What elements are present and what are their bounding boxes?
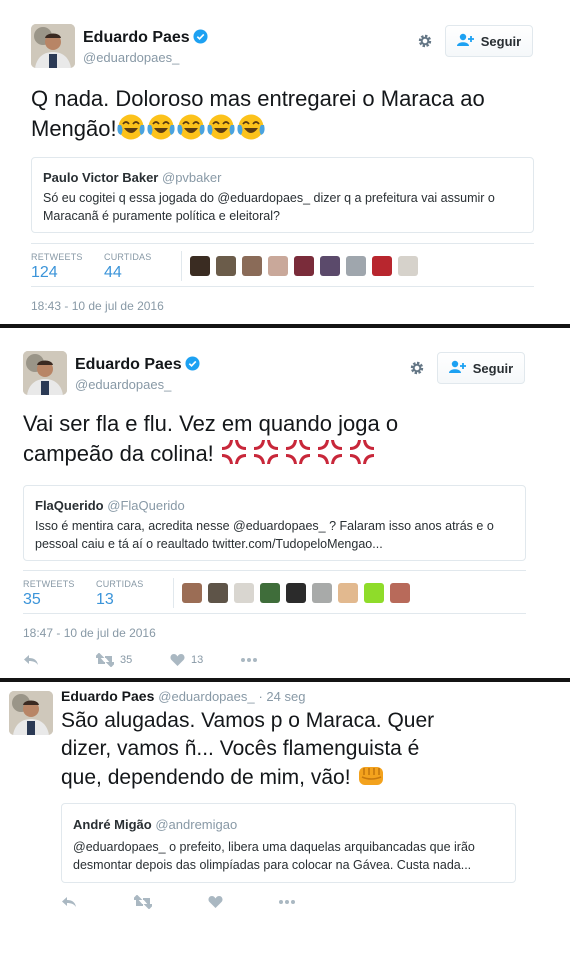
likes-count[interactable]: 13	[96, 591, 114, 609]
retweets-count[interactable]: 35	[23, 591, 41, 609]
heart-icon	[208, 895, 223, 909]
add-user-icon	[448, 360, 467, 377]
liker-avatar[interactable]	[320, 256, 340, 276]
tweet-text: Q nada. Doloroso mas entregarei o Maraca…	[31, 84, 551, 148]
liker-avatar[interactable]	[208, 583, 228, 603]
quote-text: Isso é mentira cara, acredita nesse @edu…	[35, 519, 494, 551]
quote-author: André Migão @andremigao	[73, 817, 238, 832]
more-button[interactable]	[278, 895, 296, 909]
tweet-stats: RETWEETS 124 CURTIDAS 44	[31, 243, 534, 287]
tweet-3: Eduardo Paes @eduardopaes_ · 24 seg São …	[0, 682, 570, 954]
liker-avatar[interactable]	[338, 583, 358, 603]
tweet-text-line: São alugadas. Vamos p o Maraca. Quer	[61, 709, 435, 732]
gear-icon[interactable]	[408, 359, 426, 377]
like-action-count: 13	[191, 654, 204, 666]
reply-icon	[23, 653, 39, 667]
tweet-text-line: Mengão!	[31, 113, 551, 148]
follow-label: Seguir	[480, 33, 522, 49]
stats-divider	[173, 578, 174, 608]
avatar[interactable]	[9, 691, 53, 735]
reply-icon	[61, 895, 77, 909]
add-user-icon	[456, 33, 475, 50]
liker-avatar[interactable]	[294, 256, 314, 276]
anger-symbol-icon	[220, 438, 380, 473]
gear-icon[interactable]	[416, 32, 434, 50]
liker-avatar[interactable]	[346, 256, 366, 276]
author-handle[interactable]: @eduardopaes_	[83, 50, 179, 65]
liker-avatar[interactable]	[390, 583, 410, 603]
tears-of-joy-emoji-icon	[117, 113, 267, 148]
reply-button[interactable]	[61, 895, 77, 909]
tweet-text-line: dizer, vamos ñ... Vocês flamenguista é	[61, 737, 420, 760]
tweet-timestamp[interactable]: 18:47 - 10 de jul de 2016	[23, 626, 156, 640]
quote-author: Paulo Victor Baker @pvbaker	[43, 170, 222, 185]
liker-avatar[interactable]	[268, 256, 288, 276]
follow-button[interactable]: Seguir	[437, 352, 525, 384]
liker-avatar[interactable]	[234, 583, 254, 603]
follow-label: Seguir	[472, 360, 514, 376]
author-name[interactable]: Eduardo Paes	[83, 29, 208, 49]
retweets-label: RETWEETS	[23, 579, 75, 589]
quote-text: @eduardopaes_ o prefeito, libera uma daq…	[73, 840, 475, 872]
quoted-tweet[interactable]: FlaQuerido @FlaQuerido Isso é mentira ca…	[23, 485, 526, 561]
like-button[interactable]: 13	[170, 653, 203, 667]
liker-avatar[interactable]	[286, 583, 306, 603]
retweet-action-count: 35	[120, 654, 133, 666]
retweet-icon	[96, 653, 114, 667]
like-button[interactable]	[208, 895, 223, 909]
tweet-text-line: que, dependendo de mim, vão!	[61, 763, 541, 797]
retweet-button[interactable]: 35	[96, 653, 132, 667]
verified-badge-icon	[193, 29, 208, 49]
tweet-text: Vai ser fla e flu. Vez em quando joga o …	[23, 409, 543, 473]
likes-label: CURTIDAS	[96, 579, 144, 589]
liker-avatar[interactable]	[364, 583, 384, 603]
retweet-icon	[134, 895, 152, 909]
retweets-label: RETWEETS	[31, 252, 83, 262]
retweets-count[interactable]: 124	[31, 264, 58, 282]
author-name[interactable]: Eduardo Paes	[75, 356, 200, 376]
author-handle[interactable]: @eduardopaes_	[75, 377, 171, 392]
tweet-timestamp[interactable]: 18:43 - 10 de jul de 2016	[31, 299, 164, 313]
quoted-tweet[interactable]: André Migão @andremigao @eduardopaes_ o …	[61, 803, 516, 883]
avatar[interactable]	[23, 351, 67, 395]
liker-avatar[interactable]	[260, 583, 280, 603]
liker-avatar[interactable]	[372, 256, 392, 276]
avatar[interactable]	[31, 24, 75, 68]
author-header: Eduardo Paes @eduardopaes_ · 24 seg	[61, 688, 305, 704]
time-ago[interactable]: · 24 seg	[258, 689, 305, 704]
tweet-text-line: campeão da colina!	[23, 438, 543, 473]
liker-avatar[interactable]	[182, 583, 202, 603]
quoted-tweet[interactable]: Paulo Victor Baker @pvbaker Só eu cogite…	[31, 157, 534, 233]
retweet-button[interactable]	[134, 895, 152, 909]
follow-button[interactable]: Seguir	[445, 25, 533, 57]
tweet-stats: RETWEETS 35 CURTIDAS 13	[23, 570, 526, 614]
author-name[interactable]: Eduardo Paes	[61, 688, 154, 704]
liker-avatar[interactable]	[242, 256, 262, 276]
tweet-1: Eduardo Paes @eduardopaes_ Seguir Q nada…	[0, 0, 570, 324]
more-dots-icon	[240, 653, 258, 667]
verified-badge-icon	[185, 356, 200, 376]
more-dots-icon	[278, 895, 296, 909]
more-button[interactable]	[240, 653, 258, 667]
liker-avatar[interactable]	[398, 256, 418, 276]
quote-text: Só eu cogitei q essa jogada do @eduardop…	[43, 191, 495, 223]
author-handle[interactable]: @eduardopaes_	[158, 689, 254, 704]
liker-avatar[interactable]	[216, 256, 236, 276]
quote-author: FlaQuerido @FlaQuerido	[35, 498, 185, 513]
reply-button[interactable]	[23, 653, 39, 667]
stats-divider	[181, 251, 182, 281]
likes-label: CURTIDAS	[104, 252, 152, 262]
heart-icon	[170, 653, 185, 667]
tweet-text-line: Vai ser fla e flu. Vez em quando joga o	[23, 411, 399, 436]
liker-avatar[interactable]	[312, 583, 332, 603]
likes-count[interactable]: 44	[104, 264, 122, 282]
fisted-hand-icon	[356, 763, 386, 797]
tweet-text: São alugadas. Vamos p o Maraca. Quer diz…	[61, 707, 541, 797]
tweet-2: Eduardo Paes @eduardopaes_ Seguir Vai se…	[0, 328, 570, 678]
liker-avatar[interactable]	[190, 256, 210, 276]
tweet-text-line: Q nada. Doloroso mas entregarei o Maraca…	[31, 86, 485, 111]
